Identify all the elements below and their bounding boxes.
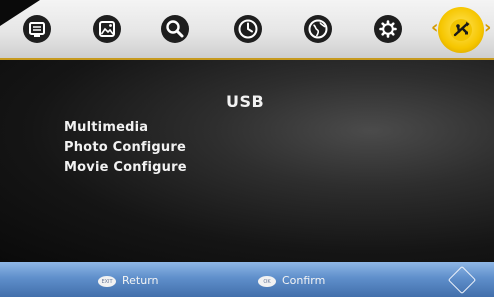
picture-icon bbox=[93, 15, 121, 43]
page-title: USB bbox=[226, 92, 265, 111]
confirm-hint: Confirm bbox=[282, 274, 326, 287]
usb-icon bbox=[450, 19, 472, 41]
menu-item-movie-configure[interactable]: Movie Configure bbox=[64, 160, 187, 175]
globe-icon bbox=[304, 15, 332, 43]
gear-icon bbox=[374, 15, 402, 43]
tab-picture[interactable] bbox=[92, 14, 122, 44]
exit-key-icon: EXIT bbox=[98, 276, 116, 287]
tab-search[interactable] bbox=[160, 14, 190, 44]
tab-usb[interactable] bbox=[446, 15, 476, 45]
menu-item-multimedia[interactable]: Multimedia bbox=[64, 120, 148, 135]
tab-time[interactable] bbox=[233, 14, 263, 44]
clock-icon bbox=[234, 15, 262, 43]
prev-tab-arrow-icon[interactable]: ‹ bbox=[431, 17, 438, 39]
tab-option[interactable] bbox=[303, 14, 333, 44]
footer-hint-bar bbox=[0, 262, 494, 297]
return-hint: Return bbox=[122, 274, 159, 287]
search-icon bbox=[161, 15, 189, 43]
ok-key-icon: OK bbox=[258, 276, 276, 287]
menu-item-photo-configure[interactable]: Photo Configure bbox=[64, 140, 186, 155]
screen-bezel-corner bbox=[0, 0, 40, 26]
tab-setup[interactable] bbox=[373, 14, 403, 44]
next-tab-arrow-icon[interactable]: › bbox=[484, 17, 491, 39]
